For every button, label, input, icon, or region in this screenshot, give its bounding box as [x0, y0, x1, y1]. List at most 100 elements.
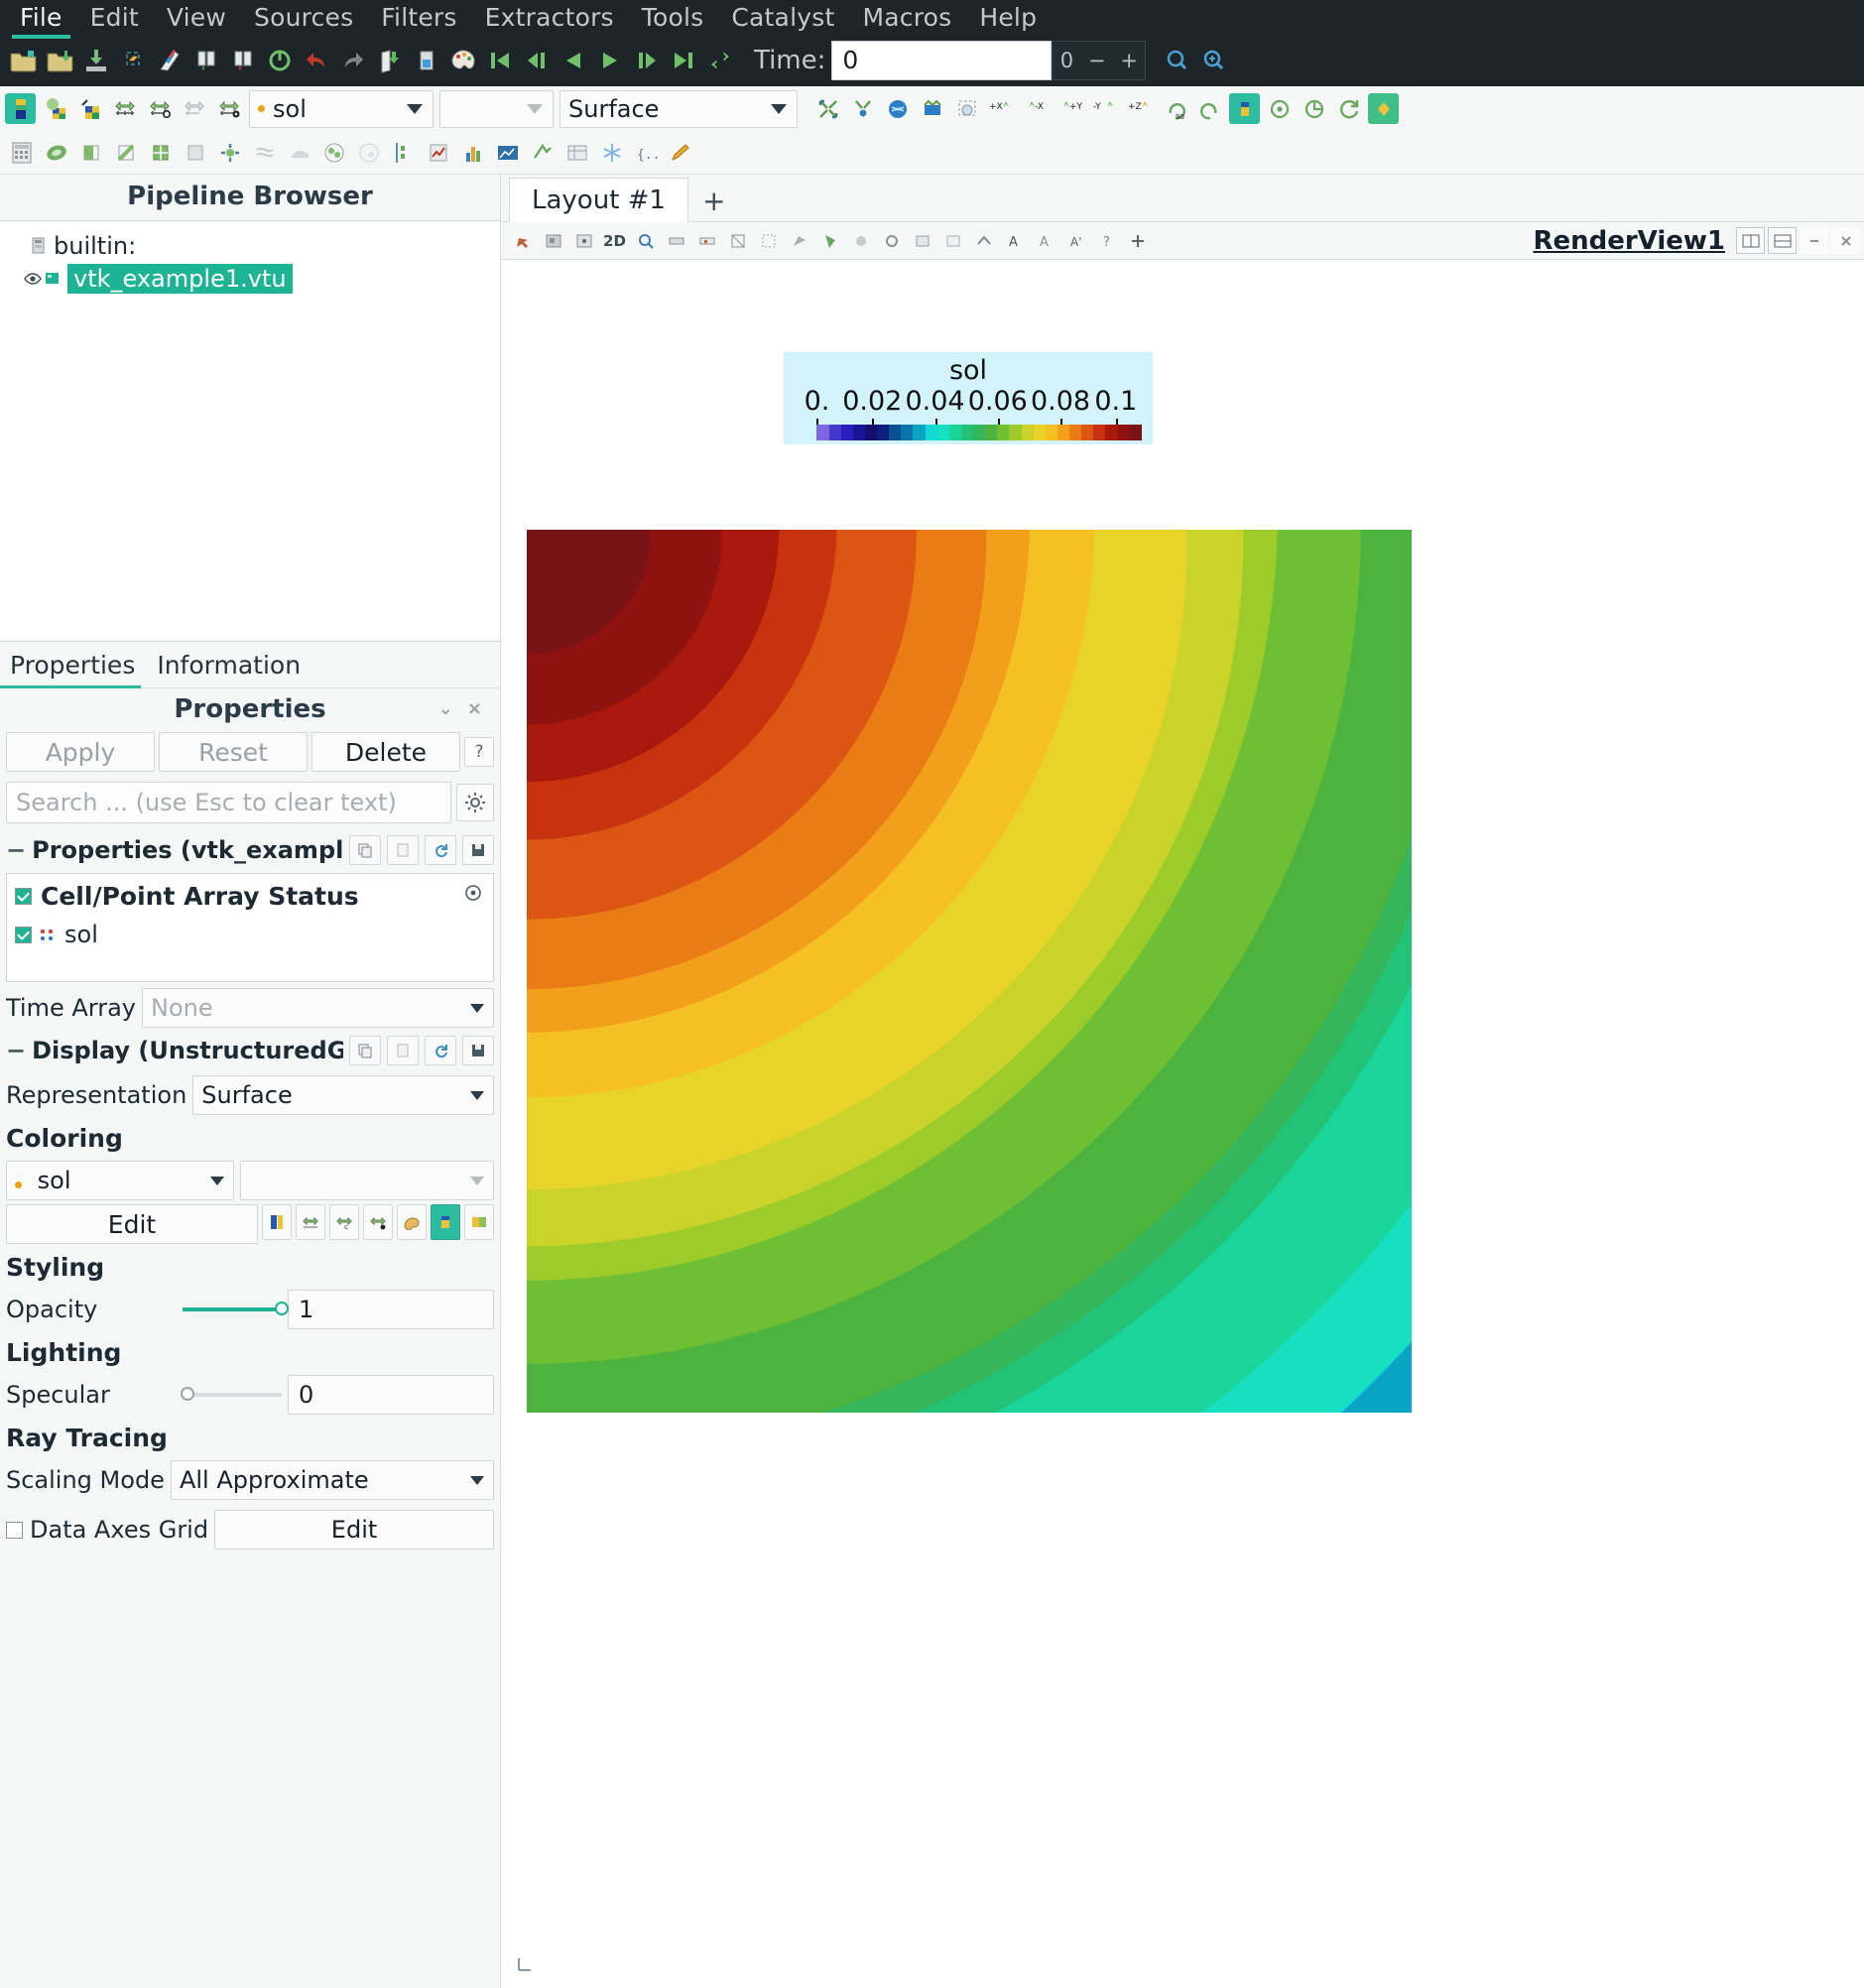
plot-selection-icon[interactable]	[423, 137, 453, 168]
spreadsheet-icon[interactable]	[527, 137, 558, 168]
pos-z-icon[interactable]: +Z	[1125, 93, 1156, 124]
shrink-selection-icon[interactable]: A	[1032, 227, 1058, 254]
camera-undo-icon[interactable]	[373, 45, 406, 77]
tab-information[interactable]: Information	[147, 642, 312, 687]
reset-camera-icon[interactable]	[847, 93, 878, 124]
delete-button[interactable]: Delete	[311, 732, 460, 772]
help-selection-icon[interactable]: ?	[1093, 227, 1120, 254]
zoom-closest-icon[interactable]	[1196, 45, 1229, 77]
pos-y-icon[interactable]: +Y	[1056, 93, 1086, 124]
neg-x-icon[interactable]: -X	[1021, 93, 1052, 124]
first-frame-icon[interactable]	[483, 45, 516, 77]
split-horizontal-icon[interactable]	[1736, 227, 1765, 254]
orientation-axes-icon[interactable]	[1299, 93, 1329, 124]
play-icon[interactable]	[593, 45, 626, 77]
rescale-to-data-icon[interactable]	[296, 1204, 325, 1240]
reset-button[interactable]: Reset	[159, 732, 308, 772]
previous-frame-icon[interactable]	[520, 45, 553, 77]
menu-sources[interactable]: Sources	[240, 1, 367, 34]
connect-server-icon[interactable]	[189, 45, 222, 77]
open-file-icon[interactable]	[6, 45, 39, 77]
pos-x-icon[interactable]: +X	[986, 93, 1017, 124]
rotate-cw-icon[interactable]	[1194, 93, 1225, 124]
scaling-mode-select[interactable]: All Approximate	[170, 1460, 494, 1500]
render-view-canvas[interactable]: sol 0. 0.02 0.04 0.06 0.08 0.1	[501, 260, 1864, 1988]
menu-filters[interactable]: Filters	[367, 1, 470, 34]
rescale-temporal-icon[interactable]	[213, 93, 244, 124]
specular-slider[interactable]	[181, 1387, 282, 1401]
collapse-icon[interactable]: −	[6, 836, 26, 864]
add-layout-button[interactable]: +	[688, 181, 739, 221]
data-axes-grid-edit-button[interactable]: Edit	[214, 1510, 494, 1550]
interactive-select-cells-icon[interactable]	[847, 227, 874, 254]
gear-icon[interactable]	[456, 784, 494, 821]
find-data-icon[interactable]	[561, 137, 592, 168]
plot-over-line-icon[interactable]	[388, 137, 419, 168]
rescale-to-data-icon[interactable]	[40, 93, 70, 124]
rescale-visible-icon[interactable]	[363, 1204, 393, 1240]
menu-macros[interactable]: Macros	[848, 1, 965, 34]
color-component-combo[interactable]	[439, 89, 554, 128]
contour-plot[interactable]	[527, 530, 1412, 1413]
slice-icon[interactable]	[110, 137, 141, 168]
scalar-bar[interactable]: sol 0. 0.02 0.04 0.06 0.08 0.1	[784, 352, 1153, 444]
apply-button[interactable]: Apply	[6, 732, 155, 772]
maximize-icon[interactable]	[1800, 227, 1828, 254]
restore-defaults-icon[interactable]	[425, 835, 456, 865]
rescale-data-range-icon[interactable]	[109, 93, 140, 124]
edit-opacity-icon[interactable]	[464, 1204, 494, 1240]
rescale-over-time-icon[interactable]	[144, 93, 175, 124]
camera-redo-icon[interactable]	[410, 45, 442, 77]
time-input[interactable]: 0	[831, 41, 1053, 80]
copy-icon[interactable]	[349, 835, 381, 865]
pipeline-item-builtin[interactable]: builtin:	[0, 229, 500, 262]
save-data-icon[interactable]	[79, 45, 112, 77]
representation-combo[interactable]: Surface	[559, 89, 798, 128]
select-points-through-icon[interactable]	[693, 227, 720, 254]
last-frame-icon[interactable]	[667, 45, 699, 77]
save-defaults-icon[interactable]	[462, 835, 494, 865]
specular-value-input[interactable]: 0	[288, 1375, 494, 1415]
edit-color-map-icon[interactable]	[262, 1204, 292, 1240]
paste-icon[interactable]	[387, 835, 419, 865]
timestep-stepper[interactable]: 0 − +	[1052, 41, 1147, 80]
select-polygon-icon[interactable]	[816, 227, 843, 254]
warp-icon[interactable]	[284, 137, 314, 168]
time-array-combo[interactable]: None	[142, 988, 494, 1028]
next-frame-icon[interactable]	[630, 45, 663, 77]
menu-catalyst[interactable]: Catalyst	[717, 1, 848, 34]
timestep-plus[interactable]: +	[1120, 49, 1138, 72]
save-screenshot-icon[interactable]	[116, 45, 149, 77]
edit-icon[interactable]	[666, 137, 696, 168]
select-cells-icon[interactable]	[540, 227, 566, 254]
neg-y-icon[interactable]: -Y	[1090, 93, 1121, 124]
rescale-custom-icon[interactable]	[74, 93, 105, 124]
frustum-points-icon[interactable]	[786, 227, 812, 254]
coloring-array-select[interactable]: sol	[6, 1161, 234, 1200]
threshold-icon[interactable]	[145, 137, 176, 168]
select-block-icon[interactable]	[724, 227, 751, 254]
hover-cells-icon[interactable]	[909, 227, 935, 254]
grow-selection-icon[interactable]: A	[1001, 227, 1028, 254]
copy-icon[interactable]	[349, 1036, 381, 1065]
calculator-icon[interactable]	[6, 137, 37, 168]
pipeline-item-vtk-example1[interactable]: vtk_example1.vtu	[0, 262, 500, 295]
select-points-icon[interactable]	[570, 227, 597, 254]
clip-icon[interactable]	[75, 137, 106, 168]
pipeline-browser-tree[interactable]: builtin: vtk_example1.vtu	[0, 220, 500, 642]
undo-icon[interactable]	[300, 45, 332, 77]
reset-session-icon[interactable]	[263, 45, 296, 77]
glyph-icon[interactable]	[214, 137, 245, 168]
timestep-minus[interactable]: −	[1088, 49, 1106, 72]
zoom-select-icon[interactable]	[632, 227, 659, 254]
histogram-icon[interactable]	[457, 137, 488, 168]
rescale-visible-icon[interactable]	[179, 93, 209, 124]
expand-icon[interactable]	[1124, 227, 1151, 254]
data-axes-grid-checkbox[interactable]	[6, 1521, 23, 1539]
close-icon[interactable]	[1831, 227, 1860, 254]
group-datasets-icon[interactable]	[318, 137, 349, 168]
menu-file[interactable]: File	[6, 1, 76, 39]
array-row-sol[interactable]: sol	[7, 911, 493, 948]
opacity-slider[interactable]	[183, 1302, 289, 1315]
menu-help[interactable]: Help	[965, 1, 1051, 34]
